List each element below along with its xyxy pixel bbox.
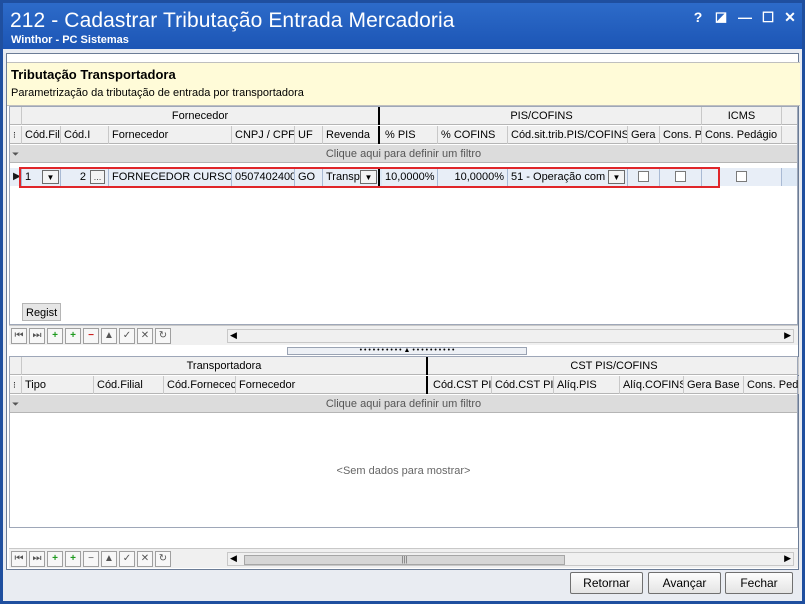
minimize-button[interactable]: — [736, 8, 754, 26]
col-fornecedor[interactable]: Fornecedor [109, 126, 232, 144]
filter-row[interactable]: ⏷ Clique aqui para definir um filtro [10, 145, 797, 163]
retornar-button[interactable]: Retornar [570, 572, 643, 594]
app-window: 212 - Cadastrar Tributação Entrada Merca… [0, 0, 805, 604]
bottom-scroll-left-icon[interactable]: ◀ [230, 553, 237, 564]
title-bar: 212 - Cadastrar Tributação Entrada Merca… [3, 3, 802, 49]
bottom-first-record-icon[interactable]: ⏮ [11, 551, 27, 567]
col-pis[interactable]: % PIS [382, 126, 438, 144]
bottom-column-chooser-icon[interactable]: ⁝ [10, 376, 22, 394]
bottom-navigator: ⏮ ⏭ + + − ▲ ✓ ✕ ↻ ◀ ||| ▶ [9, 548, 798, 568]
refresh-icon[interactable]: ↻ [155, 328, 171, 344]
row-highlight [19, 167, 720, 188]
cst-grid: Transportadora CST PIS/COFINS ⁝ Tipo Cód… [9, 356, 799, 528]
header-panel: Tributação Transportadora Parametrização… [7, 62, 800, 106]
band-header-row: Fornecedor PIS/COFINS ICMS [10, 107, 797, 125]
empty-message: <Sem dados para mostrar> [336, 465, 471, 477]
last-record-icon[interactable]: ⏭ [29, 328, 45, 344]
bottom-filter-row[interactable]: ⏷ Clique aqui para definir um filtro [10, 395, 797, 413]
column-chooser-icon[interactable]: ⁝ [10, 126, 22, 144]
bottom-delete-icon[interactable]: − [83, 551, 99, 567]
col-gera-base[interactable]: Gera Base F [684, 376, 744, 394]
col-cod-fornec[interactable]: Cód.I [61, 126, 109, 144]
row-selector-header [10, 107, 22, 125]
col-cst-pis-2[interactable]: Cód.CST PIS [492, 376, 554, 394]
bottom-column-header-row: ⁝ Tipo Cód.Filial Cód.Fornecec Fornecedo… [10, 376, 799, 394]
transportadora-grid: Fornecedor PIS/COFINS ICMS ⁝ Cód.Fil Cód… [9, 106, 798, 325]
column-header-row: ⁝ Cód.Fil Cód.I Fornecedor CNPJ / CPF UF… [10, 126, 797, 144]
col-cons-peda[interactable]: Cons. Peda [744, 376, 799, 394]
col-revenda[interactable]: Revenda [323, 126, 380, 144]
bottom-last-record-icon[interactable]: ⏭ [29, 551, 45, 567]
band-fornecedor: Fornecedor [22, 107, 380, 125]
top-horizontal-scrollbar[interactable]: ◀ ▶ [227, 329, 794, 343]
delete-icon[interactable]: − [83, 328, 99, 344]
restore-button[interactable]: ☐ [759, 8, 777, 26]
bottom-edit-icon[interactable]: ▲ [101, 551, 117, 567]
tab-registros[interactable]: Regist [22, 303, 62, 321]
col-cons-p[interactable]: Cons. P [660, 126, 702, 144]
bottom-post-icon[interactable]: ✓ [119, 551, 135, 567]
bottom-add-copy-icon[interactable]: + [65, 551, 81, 567]
resize-icon[interactable]: ◪ [712, 8, 730, 26]
panel-splitter[interactable]: • • • • • • • • • • ▲ • • • • • • • • • … [287, 347, 527, 355]
cons-pedagio-checkbox[interactable] [736, 171, 747, 182]
bottom-scroll-right-icon[interactable]: ▶ [784, 553, 791, 564]
add-icon[interactable]: + [47, 328, 63, 344]
bottom-refresh-icon[interactable]: ↻ [155, 551, 171, 567]
col-aliq-cofins[interactable]: Alíq.COFINS [620, 376, 684, 394]
band-pis-cofins: PIS/COFINS [382, 107, 702, 125]
post-icon[interactable]: ✓ [119, 328, 135, 344]
top-navigator: ⏮ ⏭ + + − ▲ ✓ ✕ ↻ ◀ ▶ [9, 325, 798, 345]
scroll-left-icon[interactable]: ◀ [230, 330, 237, 341]
page-description: Parametrização da tributação de entrada … [11, 87, 304, 99]
help-icon[interactable]: ? [689, 8, 707, 26]
fechar-button[interactable]: Fechar [725, 572, 793, 594]
main-content: Tributação Transportadora Parametrização… [6, 53, 800, 570]
first-record-icon[interactable]: ⏮ [11, 328, 27, 344]
close-button[interactable]: ✕ [781, 8, 799, 26]
col-tipo[interactable]: Tipo [22, 376, 94, 394]
col-cod-fornecec[interactable]: Cód.Fornecec [164, 376, 236, 394]
band-cst-pis-cofins: CST PIS/COFINS [430, 357, 799, 375]
band-transportadora: Transportadora [22, 357, 428, 375]
col-cst-pis-1[interactable]: Cód.CST PIS [430, 376, 492, 394]
bottom-filter-text: Clique aqui para definir um filtro [325, 398, 482, 410]
band-icms: ICMS [702, 107, 782, 125]
col-aliq-pis[interactable]: Alíq.PIS [554, 376, 620, 394]
add-copy-icon[interactable]: + [65, 328, 81, 344]
col-cnpj[interactable]: CNPJ / CPF [232, 126, 295, 144]
col-cons-pedagio[interactable]: Cons. Pedágio n [702, 126, 782, 144]
bottom-cancel-icon[interactable]: ✕ [137, 551, 153, 567]
bottom-band-header-row: Transportadora CST PIS/COFINS [10, 357, 799, 375]
scrollbar-thumb[interactable]: ||| [244, 555, 565, 565]
bottom-row-selector-header [10, 357, 22, 375]
avancar-button[interactable]: Avançar [648, 572, 721, 594]
col-fornecedor-b[interactable]: Fornecedor [236, 376, 428, 394]
window-title: 212 - Cadastrar Tributação Entrada Merca… [10, 9, 455, 32]
bottom-filter-icon: ⏷ [12, 399, 20, 409]
col-cod-filial[interactable]: Cód.Fil [22, 126, 61, 144]
edit-icon[interactable]: ▲ [101, 328, 117, 344]
col-cod-filial-b[interactable]: Cód.Filial [94, 376, 164, 394]
bottom-add-icon[interactable]: + [47, 551, 63, 567]
page-title: Tributação Transportadora [11, 67, 176, 82]
filter-icon: ⏷ [12, 149, 20, 159]
col-cofins[interactable]: % COFINS [438, 126, 508, 144]
window-subtitle: Winthor - PC Sistemas [11, 34, 129, 46]
filter-text: Clique aqui para definir um filtro [325, 148, 482, 160]
scroll-right-icon[interactable]: ▶ [784, 330, 791, 341]
col-gera[interactable]: Gera l [628, 126, 660, 144]
bottom-horizontal-scrollbar[interactable]: ◀ ||| ▶ [227, 552, 794, 566]
col-sit-trib[interactable]: Cód.sit.trib.PIS/COFINS [508, 126, 628, 144]
footer-bar: Retornar Avançar Fechar [3, 572, 802, 598]
cancel-icon[interactable]: ✕ [137, 328, 153, 344]
col-uf[interactable]: UF [295, 126, 323, 144]
